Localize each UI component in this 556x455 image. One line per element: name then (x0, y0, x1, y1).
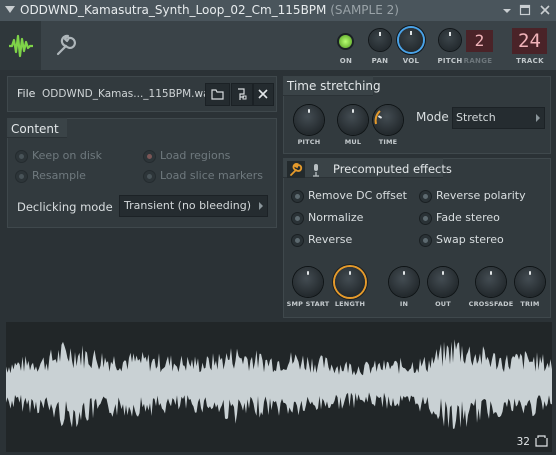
window-subtitle: (SAMPLE 2) (330, 3, 399, 17)
stretch-time-knob[interactable] (373, 105, 403, 135)
stretch-pitch-label: PITCH (297, 138, 321, 146)
stretch-pitch-knob[interactable] (294, 105, 324, 135)
file-label: File (17, 87, 36, 100)
remove-dc-offset-radio[interactable] (291, 190, 304, 203)
title-bar: ODDWND_Kamasutra_Synth_Loop_02_Cm_115BPM… (0, 0, 556, 21)
load-regions-radio[interactable] (143, 150, 156, 163)
track-display[interactable]: 24 (512, 28, 547, 54)
reverse-radio[interactable] (291, 234, 304, 247)
tab-settings[interactable] (44, 21, 85, 70)
fade-out-knob[interactable] (428, 267, 458, 297)
reverse-polarity-label[interactable]: Reverse polarity (436, 189, 526, 202)
length-knob[interactable] (335, 267, 365, 297)
declicking-value: Transient (no bleeding) (124, 199, 252, 212)
folder-icon (211, 89, 224, 100)
file-name[interactable]: ODDWND_Kamas..._115BPM.wav (42, 88, 216, 100)
content-title: Content (11, 122, 59, 136)
tab-waveform[interactable] (0, 21, 41, 70)
window-title-text: ODDWND_Kamasutra_Synth_Loop_02_Cm_115BPM (20, 3, 327, 17)
chevron-right-icon (536, 114, 540, 122)
precomputed-effects-panel: Precomputed effects Remove DC offset Rev… (283, 158, 551, 318)
pitch-knob[interactable] (439, 29, 461, 51)
fade-stereo-label[interactable]: Fade stereo (436, 211, 500, 224)
resample-label[interactable]: Resample (32, 169, 86, 182)
sample-start-knob[interactable] (293, 267, 323, 297)
track-label: TRACK (516, 57, 544, 65)
locate-file-button[interactable] (231, 83, 253, 106)
fade-out-label: OUT (435, 300, 451, 308)
zoom-level: 32 (516, 436, 530, 448)
load-regions-label[interactable]: Load regions (160, 149, 230, 162)
stretch-time-label: TIME (378, 138, 398, 146)
fade-in-knob[interactable] (389, 267, 419, 297)
pitch-label: PITCH (437, 57, 463, 65)
wrench-icon (56, 34, 77, 56)
mode-select[interactable]: Stretch (452, 107, 545, 129)
time-stretching-title: Time stretching (287, 79, 381, 93)
toolbar: ON PAN VOL PITCH 2 RANGE 24 TRACK (0, 21, 556, 70)
chevron-right-icon (259, 202, 263, 210)
reverse-polarity-radio[interactable] (419, 190, 432, 203)
waveform-shape (6, 339, 552, 429)
remove-dc-offset-label[interactable]: Remove DC offset (308, 189, 407, 202)
fade-in-label: IN (399, 300, 409, 308)
close-icon[interactable] (538, 3, 552, 17)
waveform-graph (6, 339, 552, 429)
resample-radio[interactable] (15, 170, 28, 183)
pan-label: PAN (371, 57, 389, 65)
stretch-mul-label: MUL (344, 138, 362, 146)
swap-stereo-radio[interactable] (419, 234, 432, 247)
trim-label: TRIM (520, 300, 540, 308)
waveform-icon (9, 34, 33, 58)
crossfade-label: CROSSFADE (468, 300, 514, 308)
volume-label: VOL (402, 57, 420, 65)
microphone-icon[interactable] (310, 162, 322, 178)
keep-on-disk-radio[interactable] (15, 150, 28, 163)
window-title: ODDWND_Kamasutra_Synth_Loop_02_Cm_115BPM… (20, 3, 399, 17)
waveform-display[interactable]: 32 (6, 322, 552, 452)
wrench-icon (290, 163, 303, 176)
detach-icon[interactable] (518, 3, 532, 17)
sample-start-label: SMP START (286, 300, 330, 308)
stretch-mul-knob[interactable] (338, 105, 368, 135)
open-file-button[interactable] (205, 83, 230, 106)
crossfade-knob[interactable] (476, 267, 506, 297)
time-stretching-panel: Time stretching PITCH MUL TIME Mode Stre… (283, 76, 551, 154)
length-label: LENGTH (334, 300, 366, 308)
range-label: RANGE (463, 57, 493, 65)
clear-file-button[interactable] (253, 83, 274, 106)
close-icon (258, 89, 268, 99)
trim-knob[interactable] (515, 267, 545, 297)
options-arrow-icon[interactable] (500, 3, 514, 17)
mode-value: Stretch (456, 111, 496, 124)
load-slice-markers-label[interactable]: Load slice markers (160, 169, 263, 182)
file-panel: File ODDWND_Kamas..._115BPM.wav (7, 76, 277, 112)
fade-stereo-radio[interactable] (419, 212, 432, 225)
reverse-label[interactable]: Reverse (308, 233, 352, 246)
volume-knob[interactable] (399, 28, 423, 52)
pan-knob[interactable] (369, 29, 391, 51)
collapse-arrow-icon[interactable] (5, 6, 15, 13)
load-slice-markers-radio[interactable] (143, 170, 156, 183)
declicking-select[interactable]: Transient (no bleeding) (119, 195, 268, 217)
precomputed-title: Precomputed effects (333, 162, 452, 176)
normalize-label[interactable]: Normalize (308, 211, 363, 224)
normalize-radio[interactable] (291, 212, 304, 225)
declicking-label: Declicking mode (17, 200, 113, 214)
zoom-fit-icon[interactable] (535, 435, 548, 447)
swap-stereo-label[interactable]: Swap stereo (436, 233, 504, 246)
range-display[interactable]: 2 (466, 30, 493, 52)
file-tree-icon (238, 88, 247, 100)
keep-on-disk-label[interactable]: Keep on disk (32, 149, 102, 162)
content-panel: Content Keep on disk Load regions Resamp… (7, 118, 277, 228)
on-led[interactable] (339, 35, 352, 48)
mode-label: Mode (416, 110, 449, 124)
on-label: ON (339, 57, 353, 65)
wrench-button[interactable] (287, 161, 305, 178)
